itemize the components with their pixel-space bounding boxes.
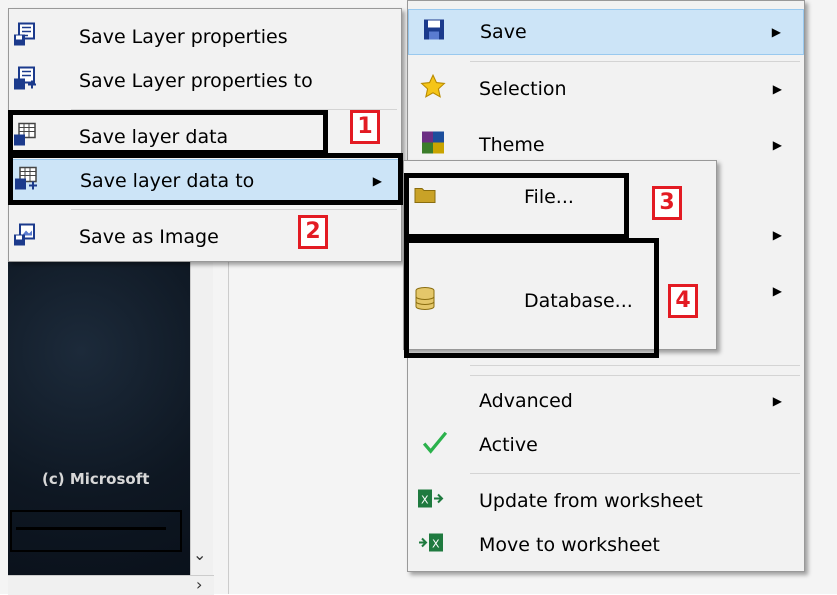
submenu-arrow-icon: ▶ — [772, 394, 782, 408]
annotation-box-database — [404, 238, 659, 358]
menu-item-advanced[interactable]: Advanced ▶ — [408, 379, 804, 423]
menu-separator — [470, 375, 800, 376]
menu-item-label: Advanced — [479, 390, 573, 412]
chevron-right-icon[interactable]: › — [196, 575, 202, 594]
menu-item-label: Active — [479, 434, 538, 456]
layer-properties-icon — [13, 22, 37, 52]
menu-separator — [470, 61, 800, 62]
menu-item-save[interactable]: Save ▶ — [408, 9, 804, 55]
excel-import-icon: X — [418, 488, 444, 515]
horizontal-scrollbar[interactable] — [8, 575, 214, 595]
panel-divider — [228, 255, 229, 594]
callout-4: 4 — [668, 284, 698, 318]
theme-icon — [422, 131, 444, 159]
menu-item-save-layer-properties[interactable]: Save Layer properties — [9, 15, 401, 59]
menu-item-move-to-worksheet[interactable]: X Move to worksheet — [408, 523, 804, 567]
submenu-arrow-icon: ▶ — [772, 82, 782, 96]
menu-item-label: Save as Image — [79, 226, 219, 248]
map-scale-bar — [10, 510, 182, 552]
svg-text:X: X — [421, 494, 429, 507]
star-icon — [420, 73, 446, 105]
menu-item-update-from-worksheet[interactable]: X Update from worksheet — [408, 479, 804, 523]
menu-separator — [470, 473, 800, 474]
menu-item-label: Theme — [479, 134, 545, 156]
svg-text:X: X — [432, 538, 440, 551]
menu-separator — [470, 365, 800, 366]
callout-2: 2 — [298, 215, 328, 249]
annotation-box-save-layer-data — [8, 110, 328, 155]
submenu-arrow-icon: ▶ — [772, 228, 782, 242]
menu-item-label: Update from worksheet — [479, 490, 703, 512]
submenu-arrow-icon: ▶ — [772, 284, 782, 298]
menu-item-selection[interactable]: Selection ▶ — [408, 67, 804, 111]
annotation-box-save-layer-data-to — [8, 153, 403, 205]
excel-export-icon: X — [418, 532, 444, 559]
menu-item-label: Selection — [479, 78, 567, 100]
menu-item-label: Save — [480, 21, 527, 43]
menu-item-label: Move to worksheet — [479, 534, 660, 556]
menu-item-label: Save Layer properties — [79, 26, 288, 48]
menu-item-label: Save Layer properties to — [79, 70, 313, 92]
map-credit: (c) Microsoft — [42, 470, 150, 488]
menu-item-save-layer-properties-to[interactable]: Save Layer properties to — [9, 59, 401, 103]
map-scale-line — [16, 527, 166, 530]
submenu-arrow-icon: ▶ — [771, 25, 781, 39]
vertical-scrollbar[interactable] — [190, 255, 213, 575]
checkmark-icon — [422, 430, 448, 461]
floppy-disk-icon — [423, 19, 445, 46]
submenu-arrow-icon: ▶ — [772, 138, 782, 152]
callout-3: 3 — [652, 186, 682, 220]
menu-item-active[interactable]: Active — [408, 423, 804, 467]
save-image-icon — [13, 223, 37, 252]
chevron-down-icon[interactable]: ⌄ — [193, 545, 206, 564]
annotation-box-file — [404, 173, 629, 239]
layer-properties-save-to-icon — [13, 66, 37, 96]
menu-item-save-as-image[interactable]: Save as Image — [9, 215, 401, 259]
menu-separator — [71, 209, 397, 210]
callout-1: 1 — [350, 110, 380, 144]
